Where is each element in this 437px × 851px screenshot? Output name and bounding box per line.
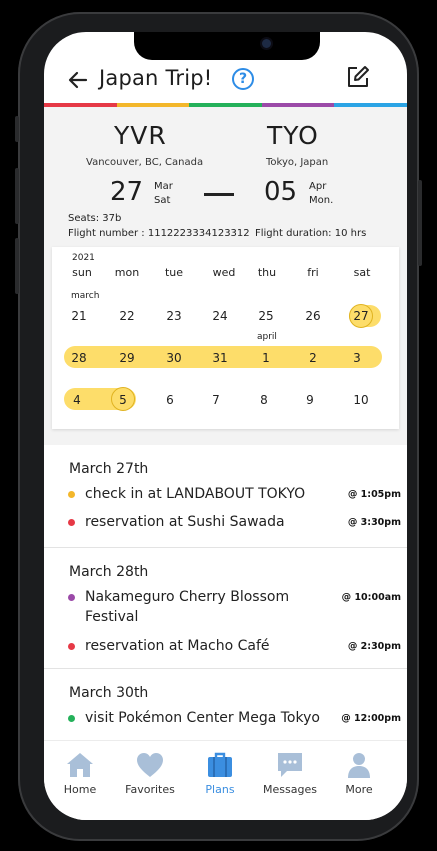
calendar-year: 2021 — [72, 253, 95, 263]
event-time: @ 12:00pm — [341, 713, 401, 724]
destination-code: TYO — [267, 121, 319, 150]
departure-day: 27 — [110, 177, 144, 207]
edit-icon[interactable] — [345, 64, 371, 90]
volume-up-button — [15, 168, 19, 224]
flight-duration-info: Flight duration: 10 hrs — [255, 228, 367, 239]
tab-label: More — [345, 783, 373, 796]
arrival-date-label: Apr Mon. — [309, 180, 333, 208]
calendar-day[interactable]: 23 — [159, 309, 189, 323]
power-button — [418, 180, 422, 266]
route-dash — [204, 193, 234, 196]
calendar-day-selected[interactable]: 1 — [251, 351, 281, 365]
calendar-day[interactable]: 25 — [251, 309, 281, 323]
camera-icon — [262, 39, 271, 48]
arrival-month: Apr — [309, 181, 327, 192]
event-title[interactable]: Nakameguro Cherry Blossom Festival — [85, 587, 289, 627]
app-header: Japan Trip! ? — [44, 58, 407, 102]
trip-calendar: 2021 sun mon tue wed thu fri sat march 2… — [52, 247, 399, 429]
event-title-line: Festival — [85, 609, 139, 625]
weekday-sun: sun — [72, 266, 92, 279]
heart-icon — [137, 753, 163, 777]
tab-label: Home — [63, 783, 97, 796]
weekday-sat: sat — [353, 266, 371, 279]
divider — [44, 547, 407, 548]
month-label-march: march — [71, 291, 100, 301]
notch — [134, 32, 320, 60]
home-icon — [67, 753, 93, 777]
calendar-day[interactable]: 26 — [298, 309, 328, 323]
calendar-day[interactable]: 21 — [64, 309, 94, 323]
mute-switch — [15, 116, 19, 142]
date-heading: March 27th — [69, 461, 149, 477]
calendar-day-selected[interactable]: 29 — [112, 351, 142, 365]
calendar-day[interactable]: 24 — [205, 309, 235, 323]
divider — [44, 668, 407, 669]
month-label-april: april — [257, 332, 277, 342]
departure-date-label: Mar Sat — [154, 180, 173, 208]
calendar-day-selected[interactable]: 5 — [108, 393, 138, 407]
calendar-day[interactable]: 10 — [346, 393, 376, 407]
calendar-day-selected[interactable]: 30 — [159, 351, 189, 365]
suitcase-icon — [208, 752, 232, 777]
origin-city: Vancouver, BC, Canada — [86, 157, 204, 168]
event-title[interactable]: check in at LANDABOUT TOKYO — [85, 484, 305, 504]
person-icon — [348, 753, 370, 778]
date-heading: March 28th — [69, 564, 149, 580]
message-icon — [278, 753, 302, 777]
tab-label: Plans — [205, 783, 235, 796]
calendar-day-selected[interactable]: 28 — [64, 351, 94, 365]
weekday-fri: fri — [307, 266, 319, 279]
calendar-day[interactable]: 22 — [112, 309, 142, 323]
event-time: @ 3:30pm — [347, 517, 401, 528]
event-title[interactable]: reservation at Macho Café — [85, 636, 270, 656]
event-dot — [68, 715, 75, 722]
back-arrow-icon[interactable] — [66, 68, 90, 92]
flight-info-panel: YVR Vancouver, BC, Canada TYO Tokyo, Jap… — [44, 107, 407, 445]
tab-messages[interactable]: Messages — [257, 751, 323, 796]
event-title[interactable]: reservation at Sushi Sawada — [85, 512, 285, 532]
arrival-weekday: Mon. — [309, 195, 334, 206]
weekday-thu: thu — [257, 266, 277, 279]
calendar-day-selected[interactable]: 31 — [205, 351, 235, 365]
calendar-day-selected[interactable]: 4 — [62, 393, 92, 407]
tab-favorites[interactable]: Favorites — [117, 751, 183, 796]
calendar-day[interactable]: 6 — [155, 393, 185, 407]
weekday-tue: tue — [164, 266, 184, 279]
event-time: @ 1:05pm — [347, 489, 401, 500]
event-title-line: Nakameguro Cherry Blossom — [85, 589, 290, 605]
tab-more[interactable]: More — [326, 751, 392, 796]
event-title[interactable]: visit Pokémon Center Mega Tokyo — [85, 708, 320, 728]
page-title: Japan Trip! — [99, 66, 213, 90]
calendar-day[interactable]: 8 — [249, 393, 279, 407]
calendar-day-selected[interactable]: 27 — [346, 309, 376, 323]
event-dot — [68, 519, 75, 526]
tab-label: Favorites — [125, 783, 175, 796]
weekday-wed: wed — [212, 266, 236, 279]
event-dot — [68, 594, 75, 601]
calendar-day[interactable]: 7 — [201, 393, 231, 407]
bottom-tab-bar: Home Favorites Plans Messages More — [44, 740, 407, 820]
departure-weekday: Sat — [154, 195, 171, 206]
volume-down-button — [15, 238, 19, 294]
event-time: @ 2:30pm — [347, 641, 401, 652]
calendar-day-selected[interactable]: 3 — [342, 351, 372, 365]
tab-home[interactable]: Home — [47, 751, 113, 796]
destination-city: Tokyo, Japan — [266, 157, 329, 168]
arrival-day: 05 — [264, 177, 298, 207]
date-heading: March 30th — [69, 685, 149, 701]
departure-month: Mar — [154, 181, 173, 192]
help-icon[interactable]: ? — [232, 68, 254, 90]
app-screen: Japan Trip! ? YVR Vancouver, BC, Canada … — [44, 32, 407, 820]
calendar-day[interactable]: 9 — [295, 393, 325, 407]
tab-plans[interactable]: Plans — [187, 751, 253, 796]
seats-info: Seats: 37b — [68, 213, 122, 224]
tab-label: Messages — [263, 783, 317, 796]
event-time: @ 10:00am — [341, 592, 401, 603]
weekday-mon: mon — [114, 266, 140, 279]
flight-number-info: Flight number : 1112223334123312 — [68, 228, 250, 239]
origin-code: YVR — [114, 121, 167, 150]
event-dot — [68, 491, 75, 498]
calendar-day-selected[interactable]: 2 — [298, 351, 328, 365]
event-dot — [68, 643, 75, 650]
